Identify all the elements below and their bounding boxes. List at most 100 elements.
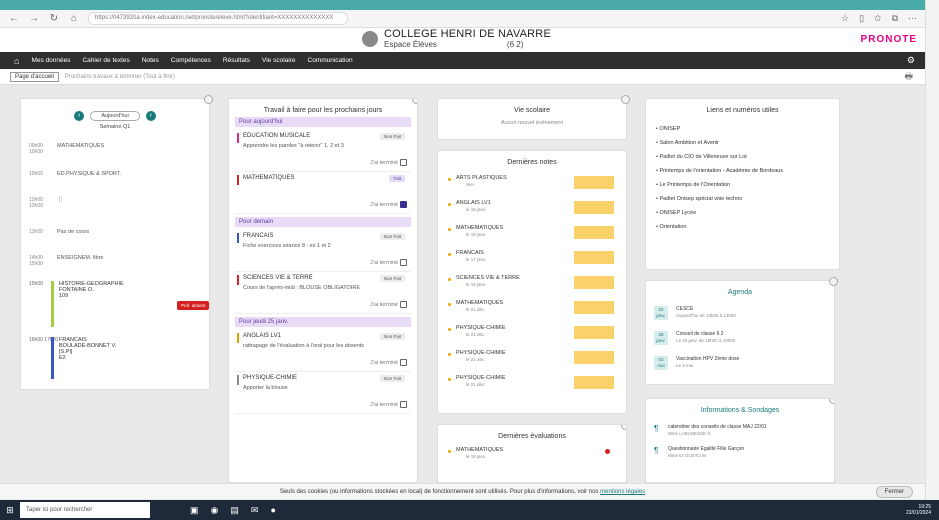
done-checkbox[interactable] — [400, 359, 407, 366]
menu-competences[interactable]: Compétences — [171, 57, 211, 64]
notes-panel: Dernières notes ARTS PLASTIQUES Hier ANGL… — [437, 150, 627, 414]
menu-cahier-de-textes[interactable]: Cahier de textes — [82, 57, 129, 64]
homework-item[interactable]: ANGLAIS LV1 rattrapage de l'évaluation à… — [235, 330, 411, 372]
lesson-histoire[interactable]: 15h00 HISTOIRE-GEOGRAPHIE FONTAINE O. 10… — [29, 281, 217, 331]
note-item[interactable]: ARTS PLASTIQUES Hier — [448, 174, 616, 199]
link-item[interactable]: • ONISEP Lycée — [656, 206, 829, 220]
agenda-item[interactable]: 03 mai Vaccination HPV 2ème dose Le 3 mai — [654, 354, 826, 379]
home-icon[interactable]: ⌂ — [68, 13, 80, 25]
edge-icon[interactable]: ◉ — [211, 505, 219, 516]
note-item[interactable]: MATHEMATIQUES le 18 janv. — [448, 224, 616, 249]
note-item[interactable]: PHYSIQUE-CHIMIE le 21 déc. — [448, 349, 616, 374]
page-tabs: Page d'accueil Prochains travaux à termi… — [0, 69, 925, 85]
done-checkbox[interactable] — [400, 301, 407, 308]
taskbar-search[interactable]: Taper ici pour rechercher — [20, 502, 150, 518]
note-item[interactable]: MATHEMATIQUES le 21 déc. — [448, 299, 616, 324]
menu-icon[interactable]: ⋯ — [908, 13, 917, 24]
gear-icon[interactable] — [204, 95, 213, 104]
note-item[interactable]: FRANCAIS le 17 janv. — [448, 249, 616, 274]
infos-title: Informations & Sondages — [700, 407, 780, 414]
link-item[interactable]: • Printemps de l'orientation - Académie … — [656, 164, 829, 178]
info-item[interactable]: ¶ calendrier des conseils de classe MAJ … — [654, 422, 826, 444]
back-icon[interactable]: ← — [8, 13, 20, 25]
homework-item[interactable]: SCIENCES VIE & TERRE Cours de l'après-mi… — [235, 272, 411, 314]
day-select[interactable]: Aujourd'hui — [90, 111, 140, 121]
homework-item[interactable]: EDUCATION MUSICALE Apprendre les paroles… — [235, 130, 411, 172]
tab-accueil[interactable]: Page d'accueil — [10, 71, 59, 82]
gear-icon[interactable] — [621, 425, 626, 430]
mail-icon[interactable]: ✉ — [251, 505, 259, 516]
note-item[interactable]: PHYSIQUE-CHIMIE le 21 déc. — [448, 324, 616, 349]
settings-icon[interactable]: ⚙ — [907, 55, 915, 66]
notes-title: Dernières notes — [507, 159, 557, 166]
menu-notes[interactable]: Notes — [142, 57, 159, 64]
split-icon[interactable]: ▯ — [859, 13, 864, 24]
star-icon[interactable]: ☆ — [841, 13, 849, 24]
section-tomorrow: Pour demain — [235, 217, 411, 227]
class-label: (6 2) — [506, 40, 524, 49]
link-item[interactable]: • Le Printemps de l'Orientation — [656, 178, 829, 192]
gear-icon[interactable] — [829, 277, 838, 286]
collections-icon[interactable]: ⧉ — [892, 13, 898, 24]
week-label: Semaine Q1 — [99, 124, 131, 130]
homework-panel: Travail à faire pour les prochains jours… — [228, 98, 418, 483]
agenda-item[interactable]: 22 janv. CESCE Aujourd'hui de 13h00 à 13h0… — [654, 304, 826, 329]
reload-icon[interactable]: ↻ — [48, 13, 60, 25]
section-today: Pour aujourd'hui — [235, 117, 411, 127]
agenda-item[interactable]: 25 janv. Conseil de classe 6 2 Le 25 janv.… — [654, 329, 826, 354]
vie-scolaire-panel: Vie scolaire Aucun nouvel événement — [437, 95, 630, 140]
next-day-button[interactable]: › — [145, 111, 156, 121]
student-avatar[interactable] — [362, 30, 378, 47]
evaluation-item[interactable]: MATHEMATIQUES le 18 janv. — [448, 446, 616, 471]
menu-mes-donnees[interactable]: Mes données — [31, 57, 70, 64]
gear-icon[interactable] — [412, 99, 417, 104]
done-checkbox[interactable] — [400, 201, 407, 208]
space-label: Espace Élèves — [384, 40, 437, 49]
legal-link[interactable]: mentions légales — [600, 489, 645, 495]
link-item[interactable]: • Salon Ambition et Avenir — [656, 136, 829, 150]
link-item[interactable]: • Orientation — [656, 220, 829, 234]
print-icon[interactable]: 🖶 — [905, 69, 914, 85]
homework-item[interactable]: MATHEMATIQUES Fait J'ai terminé — [235, 172, 411, 214]
done-checkbox[interactable] — [400, 401, 407, 408]
explorer-icon[interactable]: ▤ — [230, 505, 239, 516]
info-item[interactable]: ¶ Questionnaire Egalité Fille Garçon Mme … — [654, 444, 826, 466]
windows-icon[interactable]: ⊞ — [0, 505, 20, 516]
grade-badge — [574, 201, 614, 214]
link-item[interactable]: • Padlet Onisep spécial voie techno — [656, 192, 829, 206]
menu-vie-scolaire[interactable]: Vie scolaire — [262, 57, 295, 64]
close-cookie-button[interactable]: Fermer — [875, 486, 913, 498]
agenda-panel: Agenda 22 janv. CESCE Aujourd'hui de 13h00… — [645, 277, 838, 385]
chrome-icon[interactable]: ● — [270, 505, 275, 516]
link-item[interactable]: • ONISEP — [656, 122, 829, 136]
school-name: COLLEGE HENRI DE NAVARRE — [384, 28, 551, 40]
main-menu: ⌂ Mes données Cahier de textes Notes Com… — [0, 52, 925, 69]
favorites-icon[interactable]: ✩ — [874, 13, 882, 24]
homework-item[interactable]: PHYSIQUE-CHIMIE Apporter la blouse Non F… — [235, 372, 411, 414]
link-item[interactable]: • Padlet du CIO de Villeneuve sur Lot — [656, 150, 829, 164]
note-item[interactable]: SCIENCES VIE & TERRE le 15 janv. — [448, 274, 616, 299]
gear-icon[interactable] — [621, 95, 630, 104]
menu-resultats[interactable]: Résultats — [223, 57, 250, 64]
forward-icon[interactable]: → — [28, 13, 40, 25]
lesson-francais[interactable]: 16h00 17h00 FRANCAIS BOULADE-BONNET V. [… — [29, 337, 217, 383]
gear-icon[interactable] — [829, 399, 834, 404]
done-checkbox[interactable] — [400, 159, 407, 166]
address-bar[interactable]: https://0473920a.index-education.net/pro… — [88, 12, 348, 25]
prev-day-button[interactable]: ‹ — [74, 111, 85, 121]
tab-travaux[interactable]: Prochains travaux à terminer (Tout à fin… — [65, 74, 175, 80]
school-block: COLLEGE HENRI DE NAVARRE Espace Élèves (… — [362, 28, 551, 49]
grade-badge — [574, 251, 614, 264]
homework-item[interactable]: FRANCAIS Fiche exercices séance 8 : ex 1… — [235, 230, 411, 272]
note-item[interactable]: PHYSIQUE-CHIMIE le 21 déc. — [448, 374, 616, 399]
grade-badge — [574, 226, 614, 239]
info-icon: ¶ — [654, 424, 659, 433]
eval-dot — [605, 449, 610, 454]
menu-communication[interactable]: Communication — [308, 57, 353, 64]
timetable-panel: ‹ Aujourd'hui › Semaine Q1 09h00 10h00 MA… — [20, 95, 213, 390]
note-item[interactable]: ANGLAIS LV1 le 18 janv. — [448, 199, 616, 224]
taskview-icon[interactable]: ▣ — [190, 505, 199, 516]
home-icon[interactable]: ⌂ — [14, 56, 19, 66]
done-checkbox[interactable] — [400, 259, 407, 266]
window-top-strip — [0, 0, 939, 10]
